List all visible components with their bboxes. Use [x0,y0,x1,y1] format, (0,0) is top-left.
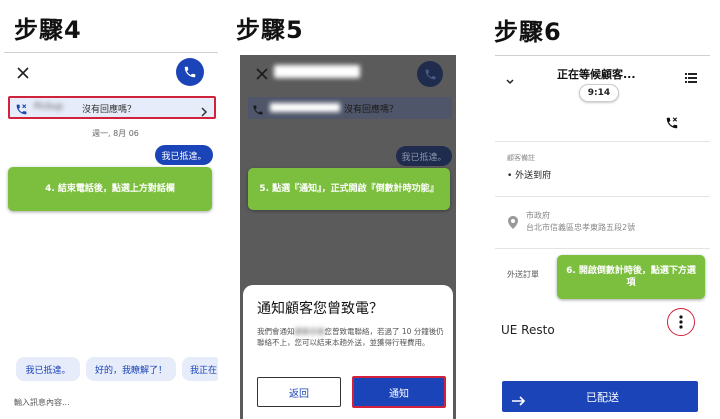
order-label: 外送訂單 [507,270,539,279]
close-icon[interactable] [256,65,268,84]
step-4-callout: 4. 結束電話後，點選上方對話欄 [8,167,212,211]
missed-call-icon [15,101,28,120]
call-icon[interactable] [665,115,679,134]
chat-bubble: 我已抵達。 [155,145,213,165]
missed-call-banner[interactable]: Pickup 沒有回應嗎？ [8,96,216,119]
step-5-callout: 5. 點選『通知』，正式開啟『倒數計時功能』 [248,168,450,210]
arrow-right-icon [512,391,526,410]
phone-icon [184,66,196,78]
step-4-panel: Pickup 沒有回應嗎？ 週一, 8月 06 我已抵達。 4. 結束電話後，點… [4,52,218,419]
phone-icon [425,69,435,79]
dialog-title: 通知顧客您曾致電？ [257,301,383,317]
divider [495,196,710,197]
dialog-body-name-blurred: 顧客名稱 [294,327,325,336]
note-item-text: 外送到府 [515,171,552,181]
divider [495,248,710,249]
notify-button[interactable]: 通知 [352,376,446,408]
customer-name-blurred: Customer name [274,65,361,78]
banner-name-blurred [270,103,340,112]
notify-dialog: 通知顧客您曾致電？ 我們會通知顧客名稱您曾致電聯絡，若過了 10 分鐘後仍聯絡不… [243,285,453,419]
message-input[interactable]: 輸入訊息內容... [14,397,70,408]
chat-bubble: 我已抵達。 [396,146,452,166]
chat-date: 週一, 8月 06 [92,129,139,138]
banner-text: 沒有回應嗎？ [82,105,137,115]
back-button[interactable]: 返回 [257,377,341,407]
delivered-button-label: 已配送 [586,391,619,404]
more-options-button[interactable] [667,308,695,336]
step-4-title: 步驟4 [14,16,82,44]
step-6-panel: 正在等候顧客... 9:14 顧客備註 • 外送到府 市政府 台北市信義區忠孝東… [495,55,710,419]
step-6-callout: 6. 開啟倒數計時後，點選下方選項 [557,255,705,299]
quick-reply-3[interactable]: 我正在 [182,357,218,381]
countdown-timer: 9:14 [579,84,619,102]
dialog-body-start: 我們會通知 [257,327,295,336]
list-icon[interactable] [685,68,697,87]
address-line-2: 台北市信義區忠孝東路五段2號 [526,223,636,232]
missed-call-icon [252,101,264,120]
banner-name-blurred: Pickup [34,102,64,112]
note-label: 顧客備註 [507,154,535,162]
divider [495,141,710,142]
chevron-right-icon [200,102,208,121]
quick-reply-2[interactable]: 好的，我瞭解了！ [86,357,176,381]
step-5-panel: Customer name 沒有回應嗎？ 我已抵達。 5. 點選『通知』，正式開… [240,55,456,419]
step-6-title: 步驟6 [494,18,562,46]
quick-reply-1[interactable]: 我已抵達。 [16,357,80,381]
close-icon[interactable] [16,65,30,79]
call-button[interactable] [417,61,443,87]
address-line-1: 市政府 [526,211,550,220]
call-button[interactable] [176,58,204,86]
delivered-button[interactable]: 已配送 [502,381,698,412]
location-pin-icon [508,214,518,233]
restaurant-name: UE Resto [501,323,555,337]
note-item: • 外送到府 [507,171,552,181]
banner-text: 沒有回應嗎？ [344,105,399,115]
more-vert-icon [679,315,683,329]
step-5-title: 步驟5 [236,16,304,44]
chevron-down-icon[interactable] [506,70,514,89]
missed-call-banner[interactable]: 沒有回應嗎？ [248,97,452,119]
header-title: 正在等候顧客... [557,68,636,81]
dialog-body: 我們會通知顧客名稱您曾致電聯絡，若過了 10 分鐘後仍聯絡不上，您可以結束本趟外… [257,327,445,349]
